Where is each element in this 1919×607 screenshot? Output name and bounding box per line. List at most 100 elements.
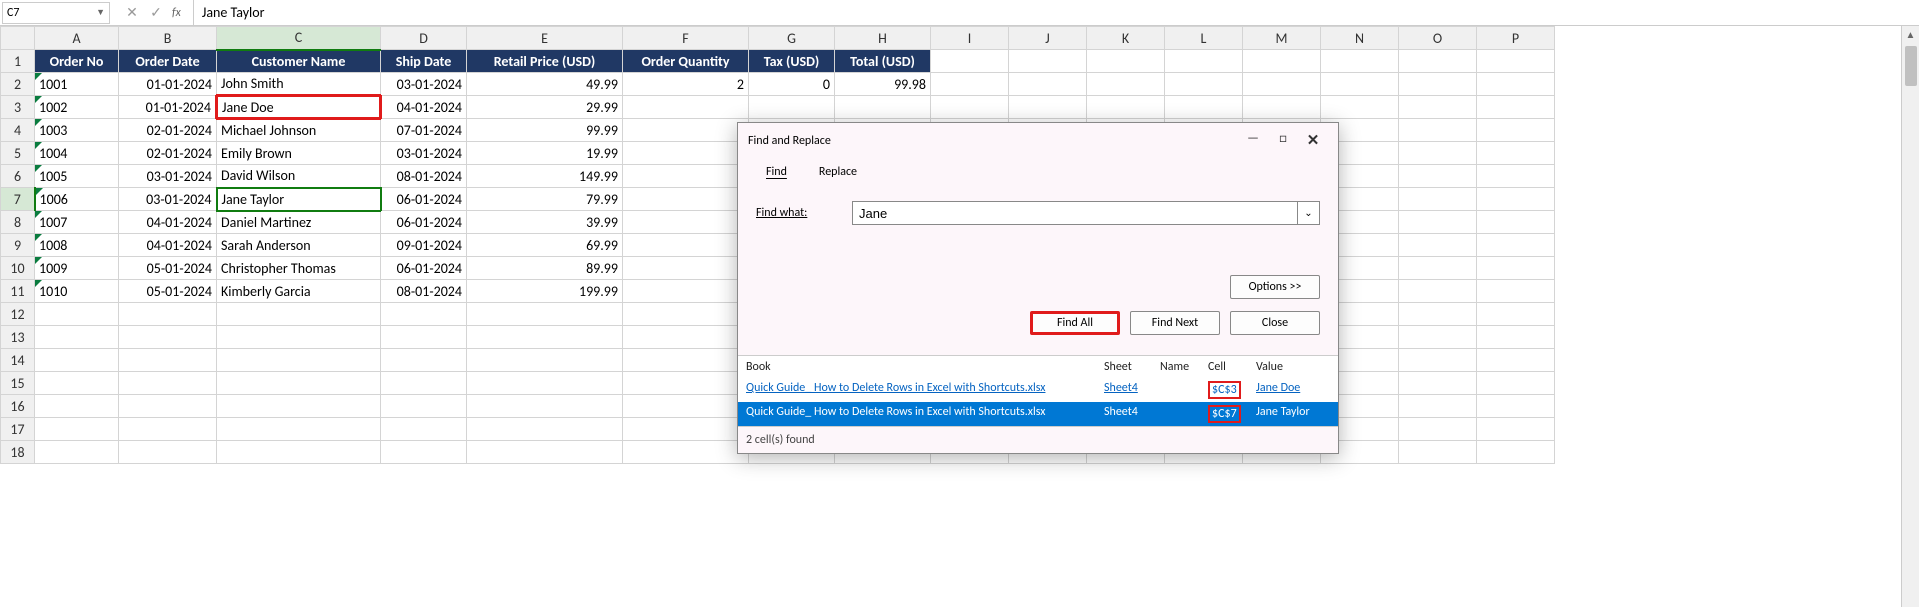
col-header-F[interactable]: F: [623, 27, 749, 50]
empty-cell[interactable]: [381, 326, 467, 349]
col-header-D[interactable]: D: [381, 27, 467, 50]
scroll-up-icon[interactable]: ▲: [1902, 26, 1919, 44]
data-cell[interactable]: David Wilson: [217, 165, 381, 188]
empty-cell[interactable]: [217, 303, 381, 326]
data-cell[interactable]: 07-01-2024: [381, 119, 467, 142]
data-cell[interactable]: 04-01-2024: [119, 211, 217, 234]
data-cell[interactable]: 1008: [35, 234, 119, 257]
data-cell[interactable]: 08-01-2024: [381, 165, 467, 188]
data-cell[interactable]: 89.99: [467, 257, 623, 280]
table-header-cell[interactable]: Total (USD): [835, 50, 931, 73]
empty-cell[interactable]: [1087, 73, 1165, 96]
empty-cell[interactable]: [467, 395, 623, 418]
data-cell[interactable]: Jane Doe: [217, 96, 381, 119]
empty-cell[interactable]: [1477, 418, 1555, 441]
data-cell[interactable]: 49.99: [467, 73, 623, 96]
row-header-2[interactable]: 2: [1, 73, 35, 96]
empty-cell[interactable]: [1399, 303, 1477, 326]
empty-cell[interactable]: [1399, 234, 1477, 257]
empty-cell[interactable]: [1009, 50, 1087, 73]
data-cell[interactable]: Michael Johnson: [217, 119, 381, 142]
data-cell[interactable]: 29.99: [467, 96, 623, 119]
select-all-corner[interactable]: [1, 27, 35, 50]
data-cell[interactable]: Christopher Thomas: [217, 257, 381, 280]
scroll-thumb[interactable]: [1905, 46, 1917, 86]
empty-cell[interactable]: [1321, 50, 1399, 73]
data-cell[interactable]: 1004: [35, 142, 119, 165]
empty-cell[interactable]: [931, 73, 1009, 96]
row-header-17[interactable]: 17: [1, 418, 35, 441]
data-cell[interactable]: 1010: [35, 280, 119, 303]
row-header-11[interactable]: 11: [1, 280, 35, 303]
row-header-16[interactable]: 16: [1, 395, 35, 418]
empty-cell[interactable]: [1477, 395, 1555, 418]
close-icon[interactable]: ✕: [1298, 131, 1328, 151]
empty-cell[interactable]: [119, 372, 217, 395]
table-header-cell[interactable]: Ship Date: [381, 50, 467, 73]
data-cell[interactable]: 03-01-2024: [381, 73, 467, 96]
empty-cell[interactable]: [35, 326, 119, 349]
col-header-G[interactable]: G: [749, 27, 835, 50]
empty-cell[interactable]: [35, 395, 119, 418]
empty-cell[interactable]: [1477, 188, 1555, 211]
table-header-cell[interactable]: Customer Name: [217, 50, 381, 73]
empty-cell[interactable]: [217, 326, 381, 349]
data-cell[interactable]: [749, 96, 835, 119]
data-cell[interactable]: [623, 280, 749, 303]
empty-cell[interactable]: [1399, 326, 1477, 349]
empty-cell[interactable]: [119, 441, 217, 464]
empty-cell[interactable]: [119, 395, 217, 418]
row-header-13[interactable]: 13: [1, 326, 35, 349]
row-header-14[interactable]: 14: [1, 349, 35, 372]
empty-cell[interactable]: [1399, 418, 1477, 441]
empty-cell[interactable]: [1399, 96, 1477, 119]
data-cell[interactable]: [835, 96, 931, 119]
data-cell[interactable]: 1003: [35, 119, 119, 142]
empty-cell[interactable]: [217, 418, 381, 441]
cancel-icon[interactable]: ✕: [124, 4, 140, 21]
empty-cell[interactable]: [1243, 96, 1321, 119]
data-cell[interactable]: Daniel Martinez: [217, 211, 381, 234]
empty-cell[interactable]: [1477, 73, 1555, 96]
data-cell[interactable]: [623, 257, 749, 280]
data-cell[interactable]: 06-01-2024: [381, 257, 467, 280]
empty-cell[interactable]: [1165, 50, 1243, 73]
data-cell[interactable]: 03-01-2024: [381, 142, 467, 165]
row-header-12[interactable]: 12: [1, 303, 35, 326]
data-cell[interactable]: 2: [623, 73, 749, 96]
confirm-icon[interactable]: ✓: [148, 4, 164, 21]
empty-cell[interactable]: [1399, 395, 1477, 418]
table-header-cell[interactable]: Order No: [35, 50, 119, 73]
col-header-O[interactable]: O: [1399, 27, 1477, 50]
data-cell[interactable]: [623, 96, 749, 119]
col-header-E[interactable]: E: [467, 27, 623, 50]
maximize-icon[interactable]: □: [1268, 131, 1298, 151]
empty-cell[interactable]: [1477, 326, 1555, 349]
dialog-titlebar[interactable]: Find and Replace — □ ✕: [738, 123, 1338, 159]
col-header-N[interactable]: N: [1321, 27, 1399, 50]
empty-cell[interactable]: [217, 395, 381, 418]
data-cell[interactable]: John Smith: [217, 73, 381, 96]
empty-cell[interactable]: [1399, 50, 1477, 73]
results-col-value[interactable]: Value: [1256, 360, 1330, 374]
find-what-input[interactable]: [853, 202, 1297, 224]
data-cell[interactable]: 04-01-2024: [381, 96, 467, 119]
empty-cell[interactable]: [1399, 119, 1477, 142]
data-cell[interactable]: Kimberly Garcia: [217, 280, 381, 303]
close-button[interactable]: Close: [1230, 311, 1320, 335]
empty-cell[interactable]: [1243, 73, 1321, 96]
empty-cell[interactable]: [35, 372, 119, 395]
empty-cell[interactable]: [623, 349, 749, 372]
data-cell[interactable]: 79.99: [467, 188, 623, 211]
empty-cell[interactable]: [1477, 211, 1555, 234]
empty-cell[interactable]: [1477, 234, 1555, 257]
empty-cell[interactable]: [1399, 211, 1477, 234]
empty-cell[interactable]: [381, 395, 467, 418]
vertical-scrollbar[interactable]: ▲: [1901, 26, 1919, 607]
options-button[interactable]: Options >>: [1230, 275, 1320, 299]
col-header-I[interactable]: I: [931, 27, 1009, 50]
col-header-B[interactable]: B: [119, 27, 217, 50]
empty-cell[interactable]: [623, 441, 749, 464]
results-col-sheet[interactable]: Sheet: [1104, 360, 1160, 374]
row-header-7[interactable]: 7: [1, 188, 35, 211]
